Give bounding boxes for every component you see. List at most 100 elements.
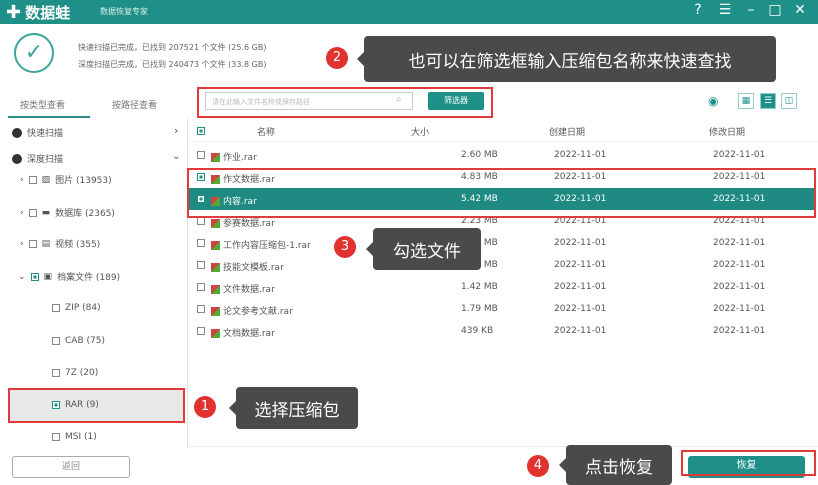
logo-plus-icon: ✚ (6, 2, 22, 23)
rar-file-icon (211, 241, 220, 250)
deep-scan-status: 深度扫描已完成，已找到 240473 个文件 (33.8 GB) (78, 60, 267, 69)
file-name: 技能文模板.rar (211, 260, 284, 273)
row-checkbox[interactable] (197, 261, 205, 269)
detail-view-icon[interactable]: ◫ (781, 93, 797, 109)
file-size: 1.79 MB (461, 304, 498, 314)
file-size: 2.60 MB (461, 150, 498, 160)
file-name-text: 文件数据.rar (223, 285, 275, 295)
checkbox[interactable] (52, 369, 60, 377)
table-row[interactable]: 文档数据.rar 439 KB 2022-11-01 2022-11-01 (189, 320, 815, 342)
label: 深度扫描 (27, 155, 64, 165)
sidebar-item-database[interactable]: › ▬ 数据库 (2365) (20, 206, 115, 220)
label: 档案文件 (189) (57, 273, 121, 283)
label: 数据库 (2365) (55, 209, 115, 219)
rar-file-icon (211, 219, 220, 228)
label: 视频 (355) (55, 240, 101, 250)
row-checkbox[interactable] (197, 305, 205, 313)
modified-date: 2022-11-01 (713, 326, 766, 336)
step-badge-1: 1 (194, 396, 216, 418)
created-date: 2022-11-01 (554, 238, 607, 248)
file-name-text: 技能文模板.rar (223, 263, 284, 273)
checkbox[interactable] (28, 239, 37, 248)
highlight-box-rows (187, 168, 816, 218)
file-name-text: 参赛数据.rar (223, 219, 275, 229)
file-name: 文档数据.rar (211, 326, 275, 339)
highlight-box-restore (681, 450, 816, 476)
rar-file-icon (211, 329, 220, 338)
table-row[interactable]: 文件数据.rar 1.42 MB 2022-11-01 2022-11-01 (189, 276, 815, 298)
file-size: 1.42 MB (461, 282, 498, 292)
sidebar-deep-scan[interactable]: 深度扫描 (12, 152, 63, 165)
column-created[interactable]: 创建日期 (549, 125, 585, 138)
menu-icon[interactable]: ☰ (715, 2, 735, 18)
file-name: 工作内容压缩包-1.rar (211, 238, 311, 251)
rar-file-icon (211, 285, 220, 294)
row-checkbox[interactable] (197, 239, 205, 247)
sidebar-item-cab[interactable]: CAB (75) (52, 336, 105, 346)
sidebar-item-zip[interactable]: ZIP (84) (52, 303, 101, 313)
row-checkbox[interactable] (197, 151, 205, 159)
annotation-tooltip-1: 选择压缩包 (229, 387, 358, 429)
help-icon[interactable]: ? (688, 2, 708, 18)
created-date: 2022-11-01 (554, 150, 607, 160)
close-icon[interactable]: ✕ (790, 2, 810, 18)
modified-date: 2022-11-01 (713, 282, 766, 292)
sidebar-item-video[interactable]: › ▤ 视频 (355) (20, 237, 101, 251)
label: 图片 (13953) (55, 176, 112, 186)
step-badge-3: 3 (334, 236, 356, 258)
sidebar-quick-scan[interactable]: 快速扫描 (12, 126, 63, 139)
file-name-text: 作业.rar (223, 153, 257, 163)
maximize-icon[interactable]: □ (765, 2, 785, 18)
preview-eye-icon[interactable]: ◉ (708, 94, 718, 108)
list-view-icon[interactable]: ☰ (760, 93, 776, 109)
label: 快速扫描 (27, 129, 64, 139)
table-row[interactable]: 技能文模板.rar 2.99 MB 2022-11-01 2022-11-01 (189, 254, 815, 276)
image-icon: ▨ (41, 174, 51, 185)
archive-icon: ▣ (43, 271, 53, 282)
row-checkbox[interactable] (197, 327, 205, 335)
column-modified[interactable]: 修改日期 (709, 125, 745, 138)
created-date: 2022-11-01 (554, 260, 607, 270)
checkbox[interactable] (30, 272, 39, 281)
tab-by-path[interactable]: 按路径查看 (112, 98, 157, 111)
checkbox[interactable] (28, 175, 37, 184)
file-name: 作业.rar (211, 150, 257, 163)
label: 7Z (20) (65, 368, 99, 378)
sidebar-item-msi[interactable]: MSI (1) (52, 432, 97, 442)
checkbox[interactable] (52, 337, 60, 345)
check-circle-icon (12, 127, 22, 138)
sidebar-item-archives[interactable]: ⌄ ▣ 档案文件 (189) (18, 270, 121, 284)
row-checkbox[interactable] (197, 217, 205, 225)
grid-view-icon[interactable]: ▦ (738, 93, 754, 109)
tab-by-type[interactable]: 按类型查看 (20, 98, 65, 111)
table-row[interactable]: 工作内容压缩包-1.rar 7.07 MB 2022-11-01 2022-11… (189, 232, 815, 254)
title-bar: ✚ 数据蛙 数据恢复专家 ? ☰ – □ ✕ (0, 0, 818, 24)
row-checkbox[interactable] (197, 283, 205, 291)
created-date: 2022-11-01 (554, 304, 607, 314)
checkbox[interactable] (28, 208, 37, 217)
select-all-checkbox[interactable] (197, 127, 205, 135)
column-name[interactable]: 名称 (257, 125, 275, 138)
rar-file-icon (211, 307, 220, 316)
back-button[interactable]: 返回 (12, 456, 130, 478)
column-size[interactable]: 大小 (411, 125, 429, 138)
video-icon: ▤ (41, 238, 51, 249)
minimize-icon[interactable]: – (741, 2, 761, 18)
rar-file-icon (211, 153, 220, 162)
file-name: 论文参考文献.rar (211, 304, 293, 317)
sidebar-item-images[interactable]: › ▨ 图片 (13953) (20, 173, 112, 187)
database-icon: ▬ (41, 207, 51, 218)
chevron-down-icon[interactable]: ⌄ (172, 151, 180, 162)
table-row[interactable]: 论文参考文献.rar 1.79 MB 2022-11-01 2022-11-01 (189, 298, 815, 320)
annotation-tooltip-3: 勾选文件 (366, 228, 481, 270)
chevron-right-icon[interactable]: › (174, 124, 178, 137)
rar-file-icon (211, 263, 220, 272)
annotation-tooltip-2: 也可以在筛选框输入压缩包名称来快速查找 (357, 36, 776, 82)
annotation-tooltip-4: 点击恢复 (559, 445, 672, 485)
app-subtitle: 数据恢复专家 (100, 7, 148, 16)
table-row[interactable]: 作业.rar 2.60 MB 2022-11-01 2022-11-01 (189, 144, 815, 166)
checkbox[interactable] (52, 433, 60, 441)
checkbox[interactable] (52, 304, 60, 312)
file-name-text: 工作内容压缩包-1.rar (223, 241, 311, 251)
sidebar-item-7z[interactable]: 7Z (20) (52, 368, 98, 378)
